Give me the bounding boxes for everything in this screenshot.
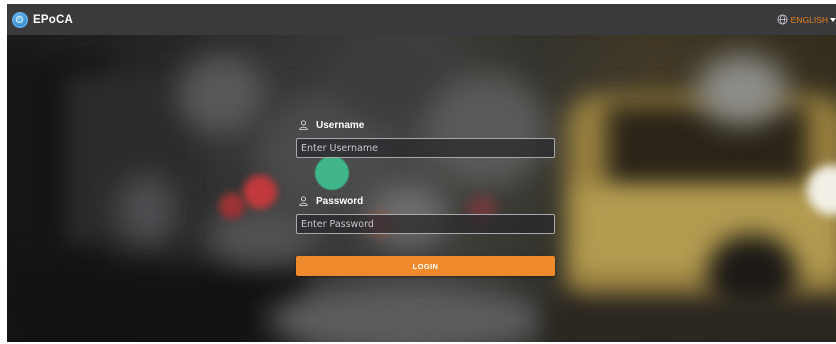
password-label: Password (299, 194, 556, 208)
brand-name: EPoCA (33, 13, 73, 26)
language-selector[interactable]: ENGLISH (777, 4, 836, 35)
password-input[interactable] (296, 214, 555, 234)
username-input[interactable] (296, 138, 555, 158)
login-form: Username Password LOGIN (296, 118, 556, 276)
globe-icon (777, 14, 788, 25)
password-label-text: Password (316, 195, 364, 207)
globe-logo-icon (12, 11, 28, 28)
user-icon (299, 196, 308, 206)
brand[interactable]: EPoCA (12, 11, 73, 28)
user-icon (299, 120, 308, 130)
app-window: EPoCA ENGLISH Username Enter Username Pa… (7, 4, 836, 342)
top-navbar: EPoCA ENGLISH (7, 4, 836, 35)
caret-down-icon (830, 17, 836, 22)
username-label: Username (299, 118, 556, 132)
language-label: ENGLISH (790, 14, 828, 25)
username-label-text: Username (316, 119, 365, 131)
login-button[interactable]: LOGIN (296, 256, 555, 276)
